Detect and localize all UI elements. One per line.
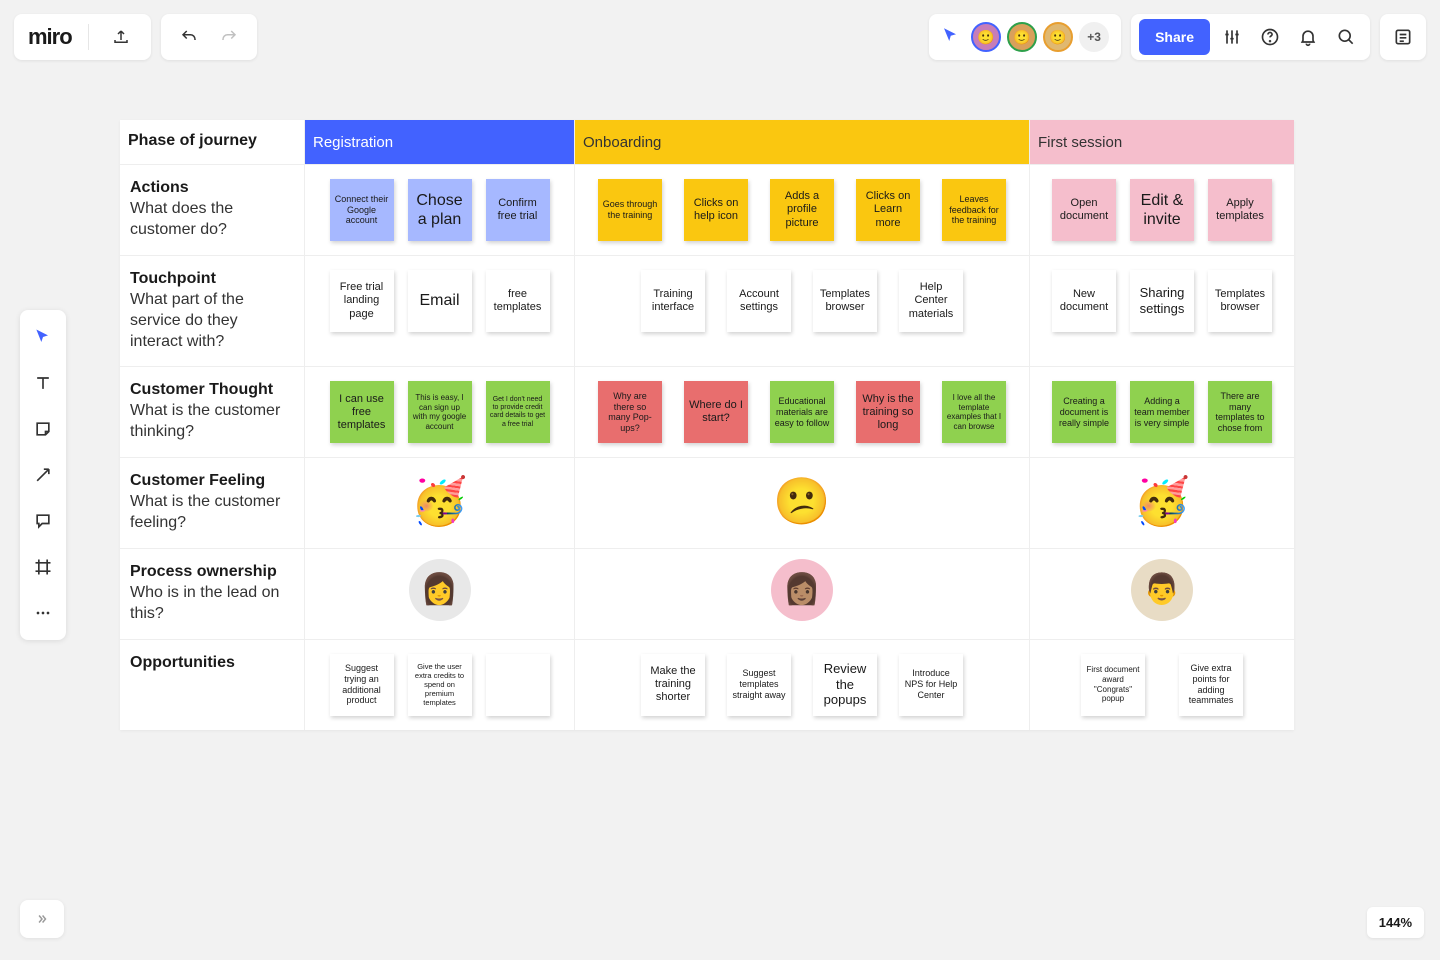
undo-redo-group bbox=[161, 14, 257, 60]
sticky-note[interactable]: Email bbox=[408, 270, 472, 332]
sticky-note[interactable]: Help Center materials bbox=[899, 270, 963, 332]
sticky-tool[interactable] bbox=[26, 412, 60, 446]
feeling-emoji[interactable]: 😕 bbox=[575, 458, 1029, 545]
sticky-note[interactable]: Creating a document is really simple bbox=[1052, 381, 1116, 443]
comment-tool[interactable] bbox=[26, 504, 60, 538]
more-tools[interactable] bbox=[26, 596, 60, 630]
settings-icon[interactable] bbox=[1216, 21, 1248, 53]
sticky-note[interactable]: Make the training shorter bbox=[641, 654, 705, 716]
sticky-note[interactable]: Where do I start? bbox=[684, 381, 748, 443]
sticky-note[interactable]: Open document bbox=[1052, 179, 1116, 241]
sticky-note[interactable]: Why are there so many Pop-ups? bbox=[598, 381, 662, 443]
sticky-note[interactable]: Give extra points for adding teammates bbox=[1179, 654, 1243, 716]
sticky-note[interactable]: Review the popups bbox=[813, 654, 877, 716]
sticky-note[interactable]: Confirm free trial bbox=[486, 179, 550, 241]
sticky-note[interactable]: Templates browser bbox=[1208, 270, 1272, 332]
sticky-note[interactable]: Chose a plan bbox=[408, 179, 472, 241]
sticky-note[interactable]: Account settings bbox=[727, 270, 791, 332]
zoom-level[interactable]: 144% bbox=[1367, 907, 1424, 938]
bell-icon[interactable] bbox=[1292, 21, 1324, 53]
collab-avatar-2[interactable]: 🙂 bbox=[1007, 22, 1037, 52]
collab-overflow-count[interactable]: +3 bbox=[1079, 22, 1109, 52]
row-process-label: Process ownership Who is in the lead on … bbox=[120, 549, 305, 639]
share-tools-group: Share bbox=[1131, 14, 1370, 60]
divider bbox=[88, 24, 89, 50]
row-thought-label: Customer Thought What is the customer th… bbox=[120, 367, 305, 457]
arrow-tool[interactable] bbox=[26, 458, 60, 492]
owner-avatar[interactable]: 👨 bbox=[1131, 559, 1193, 621]
sticky-note[interactable]: Leaves feedback for the training bbox=[942, 179, 1006, 241]
logo-group: miro bbox=[14, 14, 151, 60]
sticky-note[interactable]: Introduce NPS for Help Center bbox=[899, 654, 963, 716]
undo-icon[interactable] bbox=[173, 21, 205, 53]
row-actions-label: Actions What does the customer do? bbox=[120, 165, 305, 255]
phase-label-header: Phase of journey bbox=[120, 120, 305, 164]
sticky-note[interactable]: Suggest trying an additional product bbox=[330, 654, 394, 716]
journey-board[interactable]: Phase of journey Registration Onboarding… bbox=[120, 120, 1294, 730]
phase-registration: Registration bbox=[305, 120, 575, 164]
sticky-note[interactable]: There are many templates to chose from bbox=[1208, 381, 1272, 443]
app-logo[interactable]: miro bbox=[28, 24, 72, 50]
phase-first-session: First session bbox=[1030, 120, 1294, 164]
sticky-note[interactable]: Clicks on help icon bbox=[684, 179, 748, 241]
text-tool[interactable] bbox=[26, 366, 60, 400]
sticky-note[interactable]: Apply templates bbox=[1208, 179, 1272, 241]
sticky-note[interactable]: Training interface bbox=[641, 270, 705, 332]
owner-avatar[interactable]: 👩 bbox=[409, 559, 471, 621]
feeling-emoji[interactable]: 🥳 bbox=[1030, 458, 1294, 545]
frame-tool[interactable] bbox=[26, 550, 60, 584]
left-toolbar bbox=[20, 310, 66, 640]
row-opportunities-label: Opportunities bbox=[120, 640, 305, 730]
phase-onboarding: Onboarding bbox=[575, 120, 1030, 164]
sticky-note[interactable]: Educational materials are easy to follow bbox=[770, 381, 834, 443]
sticky-note[interactable]: Clicks on Learn more bbox=[856, 179, 920, 241]
export-icon[interactable] bbox=[105, 21, 137, 53]
sticky-note[interactable]: Templates browser bbox=[813, 270, 877, 332]
sticky-note[interactable]: This is easy, I can sign up with my goog… bbox=[408, 381, 472, 443]
feeling-emoji[interactable]: 🥳 bbox=[305, 458, 574, 545]
redo-icon[interactable] bbox=[213, 21, 245, 53]
collaborator-group: 🙂 🙂 🙂 +3 bbox=[929, 14, 1121, 60]
sticky-note[interactable]: Adding a team member is very simple bbox=[1130, 381, 1194, 443]
sticky-note[interactable]: New document bbox=[1052, 270, 1116, 332]
row-touchpoint-label: Touchpoint What part of the service do t… bbox=[120, 256, 305, 366]
owner-avatar[interactable]: 👩🏽 bbox=[771, 559, 833, 621]
sticky-note[interactable]: I can use free templates bbox=[330, 381, 394, 443]
sticky-note[interactable]: Sharing settings bbox=[1130, 270, 1194, 332]
sticky-note[interactable]: Edit & invite bbox=[1130, 179, 1194, 241]
sticky-note[interactable]: Connect their Google account bbox=[330, 179, 394, 241]
cursor-icon[interactable] bbox=[941, 26, 959, 49]
sticky-note[interactable]: Give the user extra credits to spend on … bbox=[408, 654, 472, 716]
sticky-note[interactable]: Adds a profile picture bbox=[770, 179, 834, 241]
sticky-note[interactable]: I love all the template examples that I … bbox=[942, 381, 1006, 443]
sticky-note[interactable]: Free trial landing page bbox=[330, 270, 394, 332]
search-icon[interactable] bbox=[1330, 21, 1362, 53]
share-button[interactable]: Share bbox=[1139, 19, 1210, 55]
sticky-note[interactable]: Get I don't need to provide credit card … bbox=[486, 381, 550, 443]
collab-avatar-3[interactable]: 🙂 bbox=[1043, 22, 1073, 52]
sticky-note[interactable]: First document award "Congrats" popup bbox=[1081, 654, 1145, 716]
sticky-note[interactable]: Goes through the training bbox=[598, 179, 662, 241]
sticky-note[interactable] bbox=[486, 654, 550, 716]
select-tool[interactable] bbox=[26, 320, 60, 354]
collab-avatar-1[interactable]: 🙂 bbox=[971, 22, 1001, 52]
sticky-note[interactable]: Suggest templates straight away bbox=[727, 654, 791, 716]
sticky-note[interactable]: Why is the training so long bbox=[856, 381, 920, 443]
row-feeling-label: Customer Feeling What is the customer fe… bbox=[120, 458, 305, 548]
help-icon[interactable] bbox=[1254, 21, 1286, 53]
expand-button[interactable] bbox=[20, 900, 64, 938]
notes-panel-button[interactable] bbox=[1380, 14, 1426, 60]
sticky-note[interactable]: free templates bbox=[486, 270, 550, 332]
